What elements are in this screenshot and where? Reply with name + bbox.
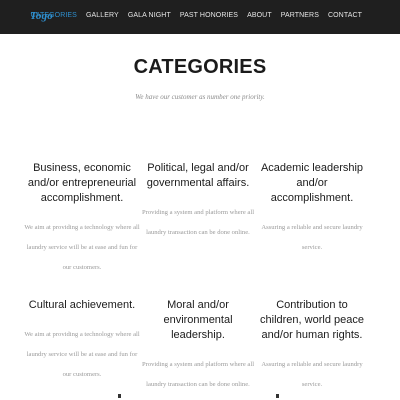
category-description: We aim at providing a technology where a… [24, 224, 140, 271]
nav-item-gala-night[interactable]: GALA NIGHT [128, 12, 171, 19]
top-navbar: Togo CATEGORIES GALLERY GALA NIGHT PAST … [0, 0, 400, 34]
nav-item-past-honories[interactable]: PAST HONORIES [180, 12, 238, 19]
section-title: CATEGORIES [133, 56, 267, 78]
nav-item-partners[interactable]: PARTNERS [281, 12, 319, 19]
category-card: Contribution to children, world peace an… [254, 298, 370, 395]
next-row-hint [276, 394, 279, 398]
category-card: Cultural achievement. We aim at providin… [24, 298, 140, 385]
nav-menu: CATEGORIES GALLERY GALA NIGHT PAST HONOR… [31, 12, 362, 19]
category-card: Business, economic and/or entrepreneuria… [24, 161, 140, 278]
section-subtitle: We have our customer as number one prior… [135, 93, 265, 101]
category-title: Contribution to children, world peace an… [260, 299, 364, 341]
category-title: Political, legal and/or governmental aff… [146, 162, 250, 189]
category-title: Academic leadership and/or accomplishmen… [260, 162, 364, 204]
nav-item-gallery[interactable]: GALLERY [86, 12, 119, 19]
nav-item-about[interactable]: ABOUT [247, 12, 272, 19]
category-description: We aim at providing a technology where a… [24, 331, 140, 378]
category-title: Business, economic and/or entrepreneuria… [27, 162, 137, 204]
category-description: Assuring a reliable and secure laundry s… [261, 224, 363, 251]
category-description: Assuring a reliable and secure laundry s… [261, 361, 363, 388]
category-card: Academic leadership and/or accomplishmen… [254, 161, 370, 258]
category-description: Providing a system and platform where al… [141, 361, 255, 388]
nav-item-categories[interactable]: CATEGORIES [31, 12, 77, 19]
nav-item-contact[interactable]: CONTACT [328, 12, 362, 19]
category-title: Moral and/or environmental leadership. [163, 299, 233, 341]
category-card: Political, legal and/or governmental aff… [140, 161, 256, 243]
category-title: Cultural achievement. [28, 299, 136, 311]
category-card: Moral and/or environmental leadership. P… [140, 298, 256, 395]
next-row-hint [118, 394, 121, 398]
category-description: Providing a system and platform where al… [141, 209, 255, 236]
